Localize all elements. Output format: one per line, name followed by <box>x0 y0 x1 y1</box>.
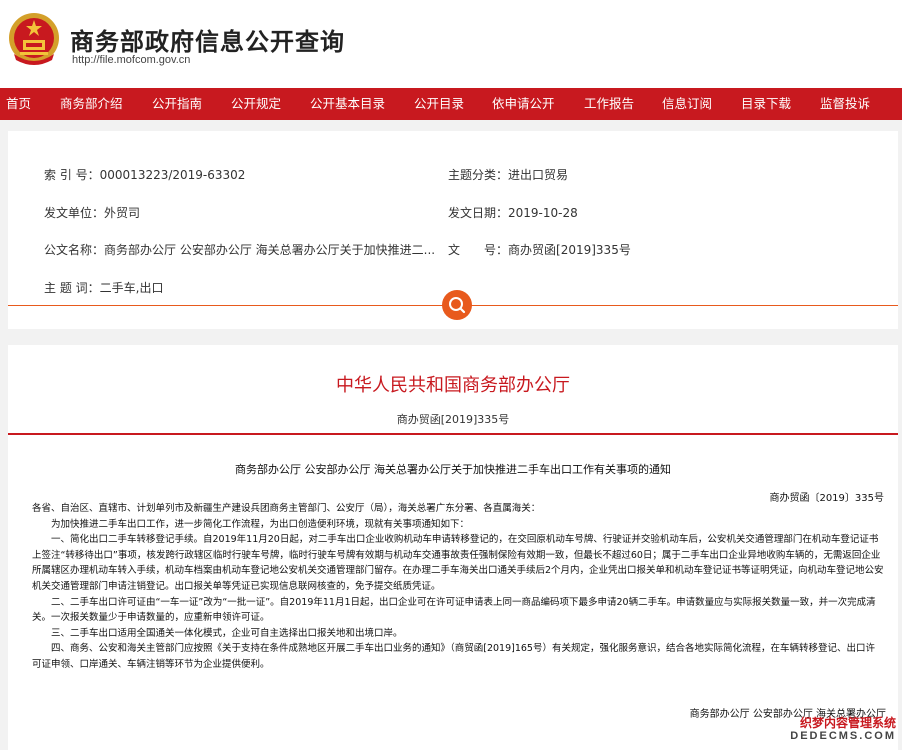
nav-complaint[interactable]: 监督投诉 <box>820 88 870 120</box>
main-nav: 首页 商务部介绍 公开指南 公开规定 公开基本目录 公开目录 依申请公开 工作报… <box>0 88 902 120</box>
doc-content: 各省、自治区、直辖市、计划单列市及新疆生产建设兵团商务主管部门、公安厅（局），海… <box>32 501 884 673</box>
red-divider <box>8 433 898 435</box>
meta-index-value: 000013223/2019-63302 <box>99 168 246 182</box>
paragraph: 三、二手车出口适用全国通关一体化模式，企业可自主选择出口报关地和出境口岸。 <box>32 627 403 639</box>
meta-date-value: 2019-10-28 <box>508 206 578 220</box>
nav-about[interactable]: 商务部介绍 <box>60 88 123 120</box>
meta-name: 公文名称：商务部办公厅 公安部办公厅 海关总署办公厅关于加快推进二... <box>44 243 436 257</box>
paragraph: 二、二手车出口许可证由“一车一证”改为“一批一证”。自2019年11月1日起，出… <box>32 596 876 624</box>
doc-issuer: 中华人民共和国商务部办公厅 <box>336 375 570 396</box>
doc-metadata-panel: 索 引 号：000013223/2019-63302 主题分类：进出口贸易 发文… <box>8 131 898 329</box>
meta-name-value: 商务部办公厅 公安部办公厅 海关总署办公厅关于加快推进二... <box>104 243 436 257</box>
meta-docno: 文 号：商办贸函[2019]335号 <box>448 243 631 257</box>
meta-unit-value: 外贸司 <box>104 206 141 220</box>
nav-apply[interactable]: 依申请公开 <box>492 88 555 120</box>
search-icon <box>449 297 466 314</box>
watermark-line2: DEDECMS.COM <box>790 730 896 742</box>
site-header: 商务部政府信息公开查询 http://file.mofcom.gov.cn <box>0 0 902 88</box>
search-button[interactable] <box>442 290 472 320</box>
site-title: 商务部政府信息公开查询 <box>70 28 345 56</box>
nav-report[interactable]: 工作报告 <box>584 88 634 120</box>
doc-number: 商办贸函[2019]335号 <box>396 413 510 426</box>
meta-index: 索 引 号：000013223/2019-63302 <box>44 168 246 182</box>
nav-basic-catalog[interactable]: 公开基本目录 <box>310 88 385 120</box>
doc-title: 商务部办公厅 公安部办公厅 海关总署办公厅关于加快推进二手车出口工作有关事项的通… <box>235 463 671 476</box>
meta-docno-value: 商办贸函[2019]335号 <box>508 243 631 257</box>
paragraph: 一、简化出口二手车转移登记手续。自2019年11月20日起，对二手车出口企业收购… <box>32 534 884 592</box>
nav-subscribe[interactable]: 信息订阅 <box>662 88 712 120</box>
paragraph: 为加快推进二手车出口工作，进一步简化工作流程，为出口创造便利环境，现就有关事项通… <box>32 518 470 530</box>
nav-guide[interactable]: 公开指南 <box>152 88 202 120</box>
meta-date: 发文日期：2019-10-28 <box>448 206 578 220</box>
national-emblem-icon <box>9 13 59 65</box>
watermark-logo: 织梦内容管理系统 DEDECMS.COM <box>790 712 900 748</box>
paragraph: 四、商务、公安和海关主管部门应按照《关于支持在条件成熟地区开展二手车出口业务的通… <box>32 643 875 670</box>
nav-home[interactable]: 首页 <box>6 88 31 120</box>
nav-download[interactable]: 目录下载 <box>741 88 791 120</box>
document-body: 中华人民共和国商务部办公厅 商办贸函[2019]335号 商务部办公厅 公安部办… <box>8 345 898 750</box>
meta-category-value: 进出口贸易 <box>508 168 569 182</box>
site-url[interactable]: http://file.mofcom.gov.cn <box>72 54 190 66</box>
watermark-line1: 织梦内容管理系统 <box>799 716 896 730</box>
paragraph: 各省、自治区、直辖市、计划单列市及新疆生产建设兵团商务主管部门、公安厅（局），海… <box>32 503 541 514</box>
meta-category: 主题分类：进出口贸易 <box>448 168 569 182</box>
nav-rules[interactable]: 公开规定 <box>231 88 281 120</box>
meta-unit: 发文单位：外贸司 <box>44 206 141 220</box>
meta-keywords: 主 题 词：二手车,出口 <box>44 281 164 295</box>
meta-keywords-value: 二手车,出口 <box>99 281 164 295</box>
nav-catalog[interactable]: 公开目录 <box>414 88 464 120</box>
